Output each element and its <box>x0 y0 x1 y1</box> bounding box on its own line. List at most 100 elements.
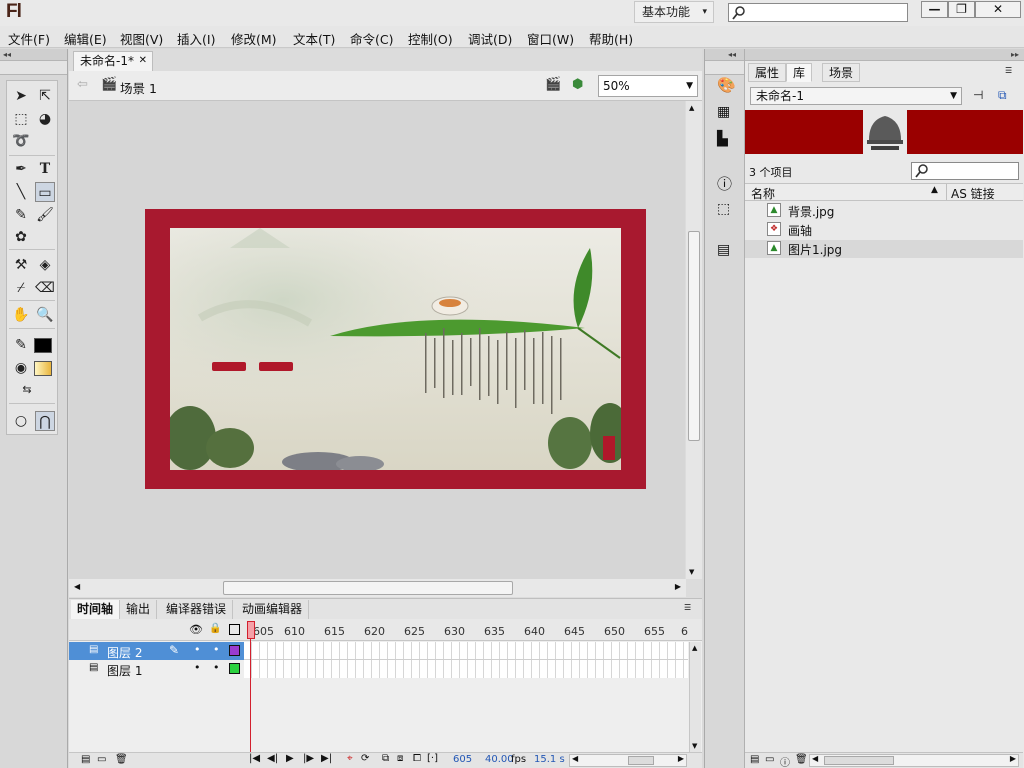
zoom-tool-icon[interactable]: 🔍 <box>35 305 55 325</box>
deco-tool-icon[interactable]: ✿ <box>11 227 31 247</box>
close-button[interactable]: ✕ <box>975 1 1021 18</box>
library-search-input[interactable] <box>911 162 1019 180</box>
menu-modify[interactable]: 修改(M) <box>231 29 277 48</box>
minimize-button[interactable]: — <box>921 1 948 18</box>
library-item[interactable]: ▲ 背景.jpg <box>745 202 1023 220</box>
back-arrow-icon[interactable]: ⇦ <box>77 77 88 92</box>
collapse-arrows-icon[interactable]: ◂◂ <box>705 49 744 61</box>
menu-insert[interactable]: 插入(I) <box>177 29 215 48</box>
properties-icon[interactable]: ⓘ <box>780 754 790 768</box>
visibility-dot[interactable]: • <box>194 661 201 674</box>
snap-to-objects-icon[interactable]: ⋂ <box>35 411 55 431</box>
stage-background-image[interactable] <box>170 228 621 470</box>
scroll-right-icon[interactable]: ▶ <box>1010 754 1016 763</box>
timeline-vertical-scrollbar[interactable]: ▲ ▼ <box>689 642 701 752</box>
menu-text[interactable]: 文本(T) <box>293 29 335 48</box>
scroll-left-icon[interactable]: ◀ <box>572 754 578 763</box>
collapse-arrows-icon[interactable]: ◂◂ <box>0 49 67 61</box>
transform-panel-icon[interactable]: ⬚ <box>717 201 730 217</box>
stage-vertical-scrollbar[interactable]: ▲ ▼ <box>686 101 702 579</box>
library-item[interactable]: ❖ 画轴 <box>745 221 1023 239</box>
layer-color-swatch[interactable] <box>229 663 240 674</box>
go-last-frame-icon[interactable]: ▶| <box>321 753 332 764</box>
scroll-left-icon[interactable]: ◀ <box>812 754 818 763</box>
subselection-tool-icon[interactable]: ⇱ <box>35 86 55 106</box>
frame-grid[interactable] <box>244 642 688 678</box>
zoom-select[interactable]: 50% ▼ <box>598 75 698 97</box>
visibility-dot[interactable]: • <box>194 643 201 656</box>
color-panel-icon[interactable]: 🎨 <box>717 76 736 94</box>
tab-timeline[interactable]: 时间轴 <box>71 600 121 619</box>
step-forward-icon[interactable]: |▶ <box>303 753 314 764</box>
workspace-switcher[interactable]: 基本功能 ▾ <box>634 1 714 23</box>
scroll-right-icon[interactable]: ▶ <box>675 582 681 591</box>
column-name[interactable]: 名称 <box>751 185 775 202</box>
selection-tool-icon[interactable]: ➤ <box>11 86 31 106</box>
lock-icon[interactable]: 🔒 <box>209 623 221 634</box>
swatches-panel-icon[interactable]: ▦ <box>717 104 730 120</box>
scroll-left-icon[interactable]: ◀ <box>74 582 80 591</box>
delete-layer-icon[interactable]: 🗑 <box>115 754 128 765</box>
onion-skin-icon[interactable]: ⧉ <box>382 753 389 764</box>
fill-color-swatch[interactable] <box>34 361 52 376</box>
layer-name[interactable]: 图层 2 <box>107 644 142 661</box>
pin-library-icon[interactable]: ⊣ <box>973 88 983 102</box>
info-panel-icon[interactable]: ⓘ <box>717 173 732 194</box>
new-layer-icon[interactable]: ▤ <box>81 754 90 765</box>
panel-menu-icon[interactable]: ☰ <box>1005 66 1012 75</box>
layer-row[interactable]: ▤ 图层 2 ✎ • • <box>69 642 244 660</box>
menu-edit[interactable]: 编辑(E) <box>64 29 107 48</box>
tab-output[interactable]: 输出 <box>120 600 158 619</box>
rectangle-tool-icon[interactable]: ▭ <box>35 182 55 202</box>
text-tool-icon[interactable]: T <box>35 159 55 179</box>
scroll-right-icon[interactable]: ▶ <box>678 754 684 763</box>
library-horizontal-scrollbar[interactable]: ◀ ▶ <box>809 754 1019 767</box>
library-scroll-thumb[interactable] <box>824 756 894 765</box>
new-symbol-icon[interactable]: ▤ <box>750 754 759 765</box>
pencil-tool-icon[interactable]: ✎ <box>11 205 31 225</box>
onion-outlines-icon[interactable]: ⧈ <box>397 753 403 764</box>
scroll-up-icon[interactable]: ▲ <box>692 644 697 652</box>
layer-name[interactable]: 图层 1 <box>107 662 142 679</box>
library-document-select[interactable]: 未命名-1 ▼ <box>750 87 962 105</box>
stroke-color-swatch[interactable] <box>34 338 52 353</box>
stage-horizontal-scrollbar[interactable]: ◀ ▶ <box>69 579 686 597</box>
eraser-tool-icon[interactable]: ⌫ <box>35 278 55 298</box>
scroll-down-icon[interactable]: ▼ <box>689 568 694 576</box>
close-icon[interactable]: ✕ <box>139 52 147 70</box>
playhead-handle[interactable] <box>247 621 255 639</box>
align-panel-icon[interactable]: ▙ <box>717 131 728 147</box>
delete-icon[interactable]: 🗑 <box>795 754 808 765</box>
center-frame-icon[interactable]: ⌖ <box>347 753 353 764</box>
pen-tool-icon[interactable]: ✒ <box>11 159 31 179</box>
horizontal-scroll-thumb[interactable] <box>223 581 513 595</box>
tab-scene[interactable]: 场景 <box>822 63 861 82</box>
tab-library[interactable]: 库 <box>786 63 813 82</box>
object-drawing-icon[interactable]: ○ <box>11 411 31 431</box>
menu-debug[interactable]: 调试(D) <box>468 29 512 48</box>
menu-commands[interactable]: 命令(C) <box>350 29 393 48</box>
vertical-scroll-thumb[interactable] <box>688 231 700 441</box>
timeline-scroll-thumb[interactable] <box>628 756 654 765</box>
menu-file[interactable]: 文件(F) <box>8 29 50 48</box>
column-linkage[interactable]: AS 链接 <box>951 185 995 202</box>
lasso-tool-icon[interactable]: ➰ <box>11 131 31 151</box>
go-first-frame-icon[interactable]: |◀ <box>249 753 260 764</box>
brush-tool-icon[interactable]: 🖌 <box>35 205 55 225</box>
scroll-up-icon[interactable]: ▲ <box>689 104 694 112</box>
edit-symbol-icon[interactable]: ⬢ <box>572 77 583 92</box>
lock-dot[interactable]: • <box>213 643 220 656</box>
frame-ruler[interactable]: 605 610 615 620 625 630 635 640 645 650 … <box>244 619 689 641</box>
scroll-down-icon[interactable]: ▼ <box>692 742 697 750</box>
document-tab[interactable]: 未命名-1* ✕ <box>73 51 153 71</box>
edit-multiple-frames-icon[interactable]: ⧠ <box>413 753 421 764</box>
frame-rate[interactable]: 40.00 <box>485 754 514 765</box>
menu-control[interactable]: 控制(O) <box>408 29 453 48</box>
hand-tool-icon[interactable]: ✋ <box>11 305 31 325</box>
layer-color-swatch[interactable] <box>229 645 240 656</box>
menu-help[interactable]: 帮助(H) <box>589 29 633 48</box>
3d-rotation-tool-icon[interactable]: ◕ <box>35 109 55 129</box>
new-library-panel-icon[interactable]: ⧉ <box>998 88 1007 103</box>
menu-window[interactable]: 窗口(W) <box>527 29 574 48</box>
restore-button[interactable]: ❐ <box>948 1 975 18</box>
